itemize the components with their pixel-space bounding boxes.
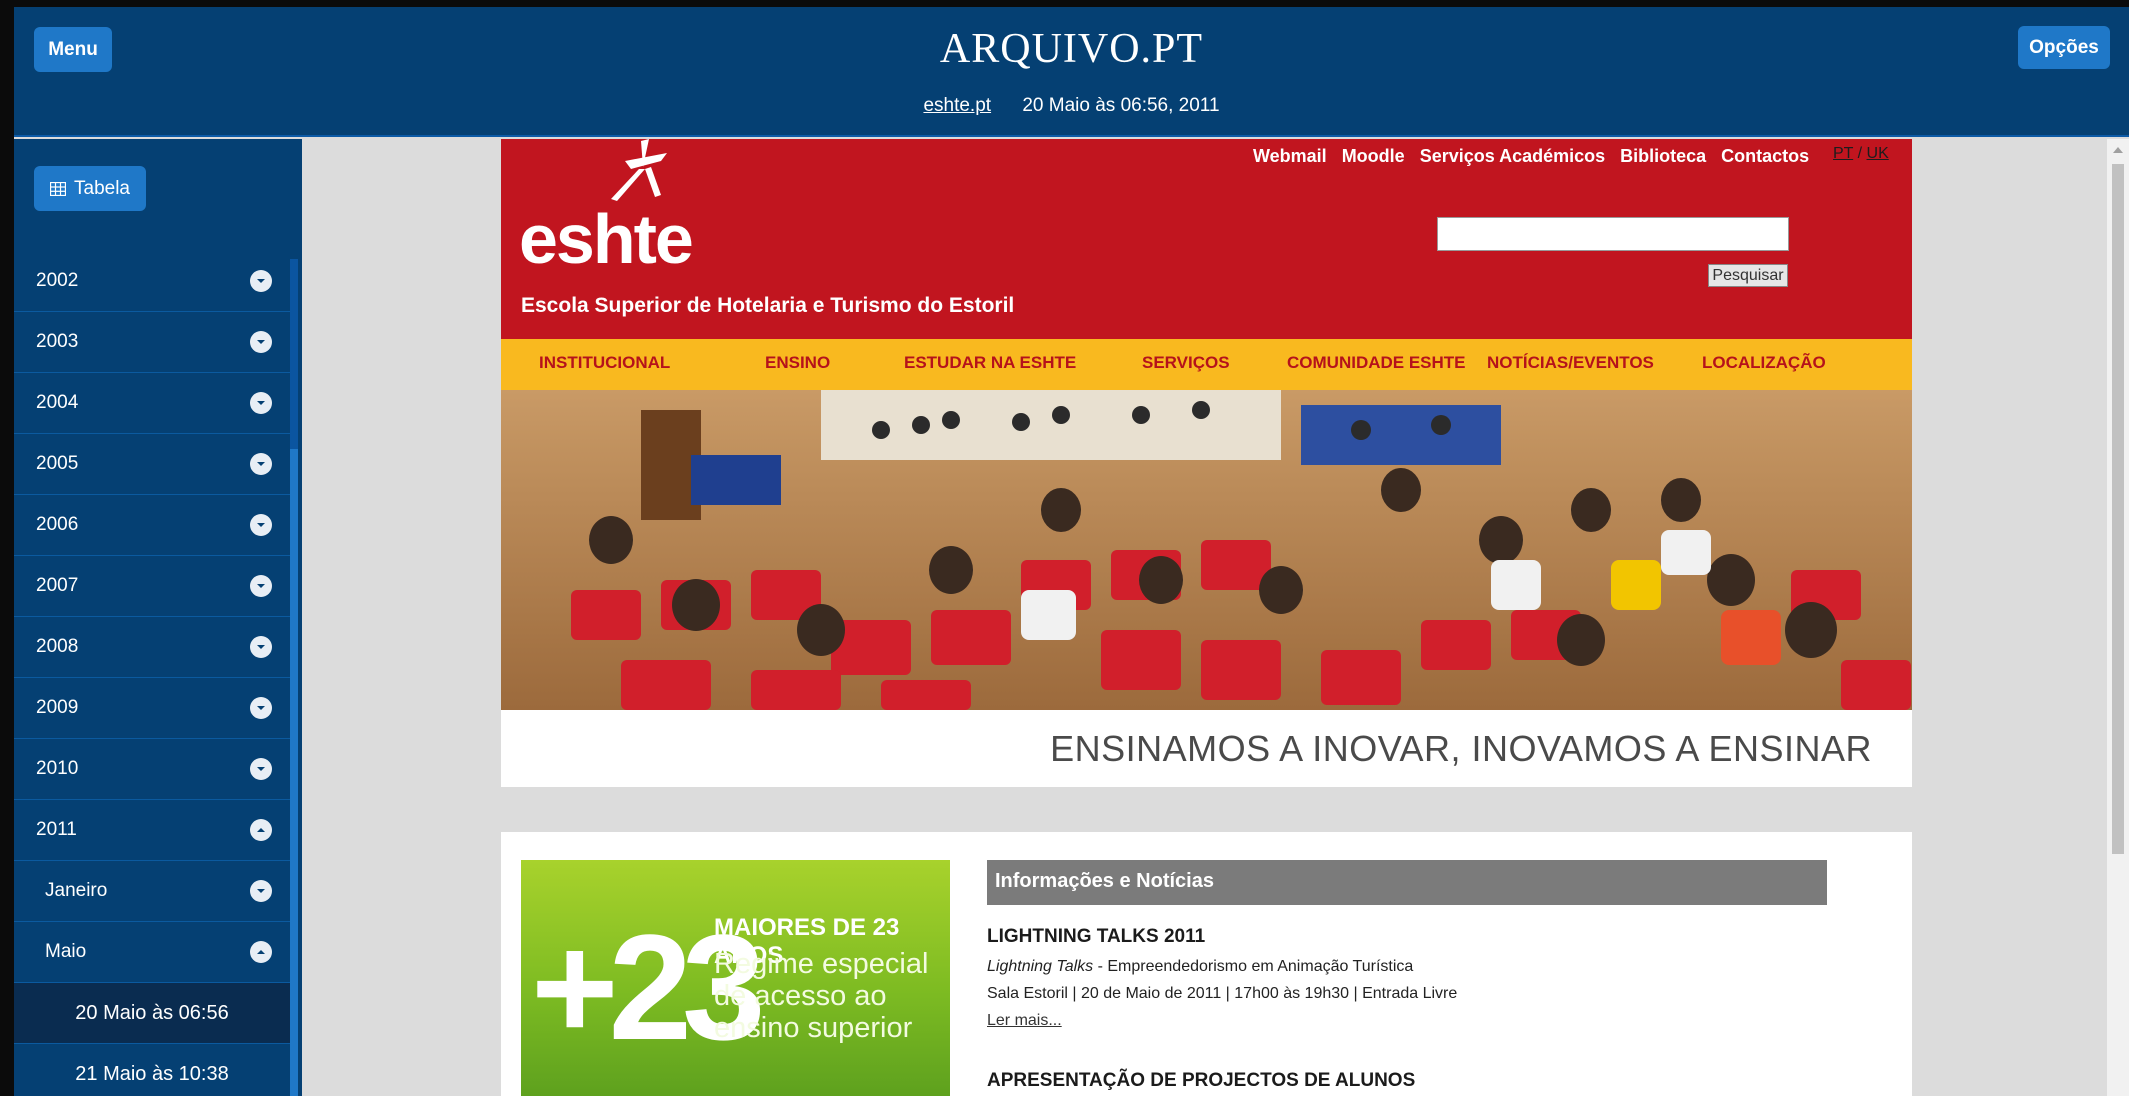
- lang-uk-link[interactable]: UK: [1867, 145, 1889, 162]
- chevron-down-icon: [250, 514, 272, 536]
- news-item-subtitle-rest: - Empreendedorismo em Animação Turística: [1093, 958, 1414, 975]
- slogan-banner: ENSINAMOS A INOVAR, INOVAMOS A ENSINAR: [501, 710, 1912, 787]
- link-webmail[interactable]: Webmail: [1253, 146, 1327, 167]
- year-label: 2007: [36, 575, 79, 596]
- chevron-down-icon: [250, 453, 272, 475]
- year-item-2003[interactable]: 2003: [14, 312, 290, 373]
- top-links: Webmail Moodle Serviços Académicos Bibli…: [1253, 146, 1809, 167]
- archived-page-viewport: eshte Escola Superior de Hotelaria e Tur…: [302, 139, 2107, 1096]
- link-contactos[interactable]: Contactos: [1721, 146, 1809, 167]
- nav-institucional[interactable]: INSTITUCIONAL: [539, 353, 670, 373]
- nav-servicos[interactable]: SERVIÇOS: [1142, 353, 1230, 373]
- news-item-title[interactable]: LIGHTNING TALKS 2011: [987, 926, 1827, 948]
- chevron-down-icon: [250, 331, 272, 353]
- news-item-title[interactable]: APRESENTAÇÃO DE PROJECTOS DE ALUNOS: [987, 1070, 1827, 1092]
- chevron-down-icon: [250, 270, 272, 292]
- main-nav: INSTITUCIONAL ENSINO ESTUDAR NA ESHTE SE…: [501, 339, 1912, 390]
- archive-topbar: Menu ARQUIVO.PT Opções eshte.pt 20 Maio …: [14, 7, 2129, 137]
- sidebar-scroll-thumb[interactable]: [290, 449, 298, 1096]
- table-view-button[interactable]: Tabela: [34, 166, 146, 211]
- table-view-label: Tabela: [74, 177, 130, 199]
- search-button[interactable]: Pesquisar: [1708, 264, 1788, 287]
- link-servicos-academicos[interactable]: Serviços Académicos: [1420, 146, 1605, 167]
- nav-ensino[interactable]: ENSINO: [765, 353, 830, 373]
- year-item-2002[interactable]: 2002: [14, 251, 290, 312]
- news-item-subtitle-italic: Lightning Talks: [987, 958, 1094, 975]
- year-item-2004[interactable]: 2004: [14, 373, 290, 434]
- slogan-text: ENSINAMOS A INOVAR, INOVAMOS A ENSINAR: [1050, 728, 1872, 769]
- content-section: +23 MAIORES DE 23 ANOS Regime especial d…: [501, 832, 1912, 1096]
- nav-localizacao[interactable]: LOCALIZAÇÃO: [1702, 353, 1826, 373]
- year-label: 2011: [36, 819, 77, 840]
- eshte-header: eshte Escola Superior de Hotelaria e Tur…: [501, 139, 1912, 339]
- year-item-2008[interactable]: 2008: [14, 617, 290, 678]
- year-label: 2002: [36, 270, 79, 291]
- month-label: Janeiro: [45, 880, 108, 901]
- chevron-down-icon: [250, 575, 272, 597]
- year-label: 2008: [36, 636, 79, 657]
- chevron-down-icon: [250, 880, 272, 902]
- year-item-2006[interactable]: 2006: [14, 495, 290, 556]
- promo-banner-maiores-23[interactable]: +23 MAIORES DE 23 ANOS Regime especial d…: [521, 860, 950, 1096]
- year-label: 2006: [36, 514, 79, 535]
- auditorium-photo: [501, 390, 1912, 710]
- chevron-down-icon: [250, 392, 272, 414]
- page-scroll-thumb[interactable]: [2112, 164, 2124, 854]
- news-panel: Informações e Notícias LIGHTNING TALKS 2…: [987, 860, 1827, 1092]
- chevron-down-icon: [250, 636, 272, 658]
- read-more-link[interactable]: Ler mais...: [987, 1012, 1827, 1030]
- capture-info: eshte.pt 20 Maio às 06:56, 2011: [14, 95, 2129, 117]
- page-scrollbar[interactable]: [2107, 139, 2129, 1096]
- year-label: 2003: [36, 331, 79, 352]
- year-item-2010[interactable]: 2010: [14, 739, 290, 800]
- year-item-2011[interactable]: 2011: [14, 800, 290, 861]
- year-label: 2009: [36, 697, 79, 718]
- scroll-up-arrow-icon[interactable]: [2113, 147, 2123, 153]
- options-button[interactable]: Opções: [2018, 26, 2110, 69]
- promo-line-2: de acesso ao: [714, 980, 887, 1012]
- site-search-input[interactable]: [1437, 217, 1789, 251]
- nav-estudar-na-eshte[interactable]: ESTUDAR NA ESHTE: [904, 353, 1076, 373]
- promo-line-1: Regime especial: [714, 948, 929, 980]
- capture-entry-label: 20 Maio às 06:56: [75, 1001, 229, 1024]
- month-item-maio[interactable]: Maio: [14, 922, 290, 983]
- school-name: Escola Superior de Hotelaria e Turismo d…: [521, 294, 1015, 317]
- year-list: 2002 2003 2004 2005 2006 2007 2008 2009 …: [14, 251, 290, 1096]
- capture-entry-label: 21 Maio às 10:38: [75, 1062, 229, 1085]
- year-label: 2010: [36, 758, 79, 779]
- lang-separator: /: [1857, 145, 1863, 162]
- timeline-sidebar: Tabela 2002 2003 2004 2005 2006 2007 200…: [14, 139, 302, 1096]
- chevron-up-icon: [250, 819, 272, 841]
- chevron-down-icon: [250, 697, 272, 719]
- eshte-wordmark[interactable]: eshte: [519, 199, 694, 279]
- month-item-janeiro[interactable]: Janeiro: [14, 861, 290, 922]
- link-biblioteca[interactable]: Biblioteca: [1620, 146, 1706, 167]
- year-label: 2004: [36, 392, 79, 413]
- nav-noticias-eventos[interactable]: NOTÍCIAS/EVENTOS: [1487, 353, 1654, 373]
- news-heading: Informações e Notícias: [987, 860, 1827, 905]
- language-switch: PT / UK: [1833, 145, 1889, 163]
- month-label: Maio: [45, 941, 87, 962]
- table-grid-icon: [50, 181, 66, 196]
- promo-line-3: ensino superior: [714, 1012, 913, 1044]
- year-label: 2005: [36, 453, 79, 474]
- nav-comunidade-eshte[interactable]: COMUNIDADE ESHTE: [1287, 353, 1466, 373]
- site-link[interactable]: eshte.pt: [923, 95, 991, 116]
- link-moodle[interactable]: Moodle: [1342, 146, 1405, 167]
- year-item-2005[interactable]: 2005: [14, 434, 290, 495]
- lang-pt-link[interactable]: PT: [1833, 145, 1853, 162]
- year-item-2009[interactable]: 2009: [14, 678, 290, 739]
- archive-app: Menu ARQUIVO.PT Opções eshte.pt 20 Maio …: [14, 7, 2129, 1096]
- year-item-2007[interactable]: 2007: [14, 556, 290, 617]
- chevron-down-icon: [250, 758, 272, 780]
- news-item-subtitle: Lightning Talks - Empreendedorismo em An…: [987, 958, 1827, 976]
- capture-entry[interactable]: 21 Maio às 10:38: [14, 1044, 290, 1096]
- news-item-meta: Sala Estoril | 20 de Maio de 2011 | 17h0…: [987, 985, 1458, 1002]
- capture-entry-selected[interactable]: 20 Maio às 06:56: [14, 983, 290, 1044]
- arquivo-logo[interactable]: ARQUIVO.PT: [14, 25, 2129, 73]
- capture-datetime: 20 Maio às 06:56, 2011: [1022, 95, 1220, 116]
- chevron-up-icon: [250, 941, 272, 963]
